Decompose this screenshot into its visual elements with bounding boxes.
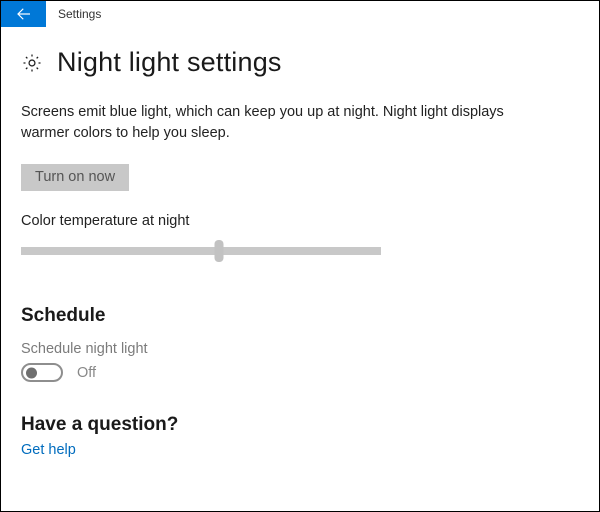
have-a-question-heading: Have a question? <box>21 414 579 436</box>
turn-on-now-button[interactable]: Turn on now <box>21 164 129 191</box>
schedule-toggle-state: Off <box>77 365 96 381</box>
back-arrow-icon <box>15 5 33 23</box>
back-button[interactable] <box>1 1 46 27</box>
page-description: Screens emit blue light, which can keep … <box>21 102 551 144</box>
slider-thumb[interactable] <box>215 240 224 262</box>
title-bar-label: Settings <box>46 1 101 27</box>
color-temperature-section: Color temperature at night <box>21 213 579 261</box>
slider-track <box>21 247 381 255</box>
toggle-knob-icon <box>26 367 37 378</box>
schedule-toggle[interactable] <box>21 363 63 382</box>
schedule-heading: Schedule <box>21 305 579 327</box>
page-title: Night light settings <box>57 47 282 78</box>
color-temperature-label: Color temperature at night <box>21 213 579 229</box>
content-area: Night light settings Screens emit blue l… <box>1 27 599 469</box>
schedule-toggle-label: Schedule night light <box>21 341 579 357</box>
settings-window: Settings Night light settings Screens em… <box>0 0 600 512</box>
page-header: Night light settings <box>21 47 579 78</box>
gear-icon <box>21 52 43 74</box>
schedule-toggle-row: Off <box>21 363 579 382</box>
get-help-link[interactable]: Get help <box>21 442 76 458</box>
title-bar: Settings <box>1 1 599 27</box>
color-temperature-slider[interactable] <box>21 241 381 261</box>
